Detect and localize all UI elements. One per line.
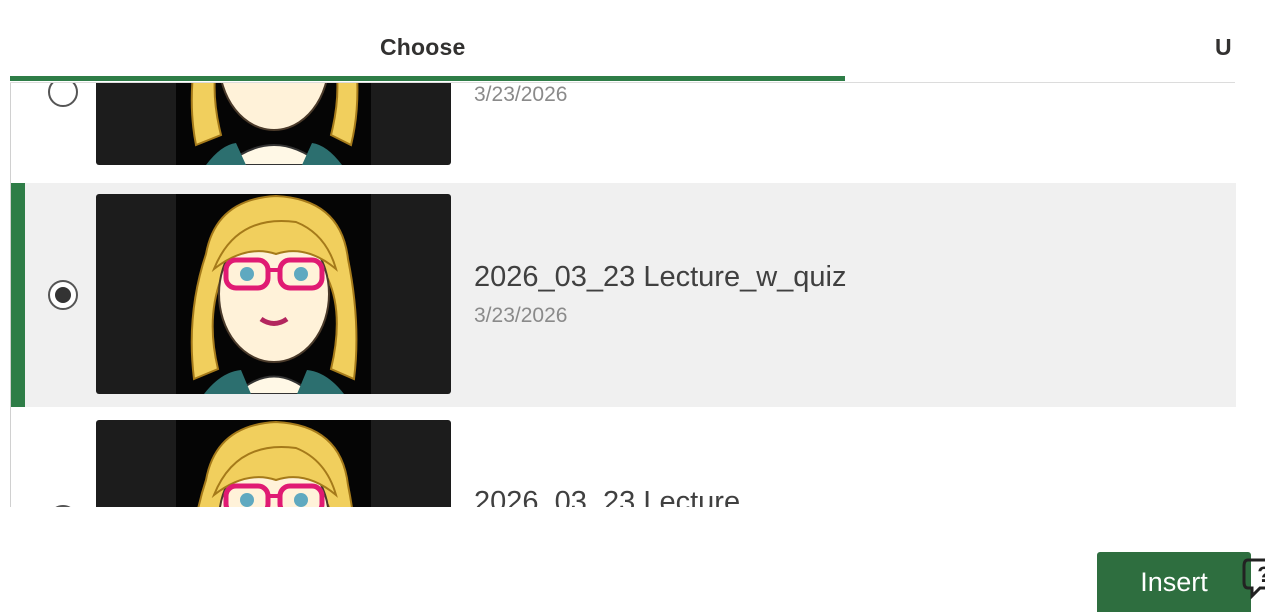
selection-indicator	[11, 183, 25, 407]
video-list[interactable]: 3/23/2026 2026_03_23 Lecture_w_quiz 3/23…	[10, 83, 1236, 507]
radio-button-checked-icon[interactable]	[48, 280, 78, 310]
tab-choose[interactable]: Choose	[10, 0, 845, 82]
list-item-selected[interactable]: 2026_03_23 Lecture_w_quiz 3/23/2026	[11, 183, 1236, 407]
help-chat-icon[interactable]: ?	[1242, 556, 1265, 600]
list-item[interactable]: 2026_03_23 Lecture	[11, 408, 1236, 507]
video-thumbnail	[96, 420, 451, 507]
tab-upload[interactable]: U	[1215, 34, 1232, 61]
tab-choose-label: Choose	[380, 34, 466, 60]
insert-button[interactable]: Insert	[1097, 552, 1251, 612]
video-thumbnail	[96, 83, 451, 165]
list-item[interactable]: 3/23/2026	[11, 83, 1236, 165]
video-title: 2026_03_23 Lecture_w_quiz	[474, 261, 847, 293]
video-picker-dialog: Choose U 3/23/2026 2026_03_23 Lecture_w_…	[0, 0, 1265, 612]
avatar-thumbnail-icon	[190, 83, 359, 165]
tab-choose-active-indicator	[10, 76, 845, 81]
video-thumbnail	[96, 194, 451, 394]
svg-text:?: ?	[1257, 562, 1265, 587]
tab-bar: Choose U	[10, 0, 1235, 84]
radio-button-icon[interactable]	[48, 505, 78, 507]
video-date: 3/23/2026	[474, 304, 568, 327]
radio-button-icon[interactable]	[48, 83, 78, 107]
avatar-thumbnail-icon	[190, 194, 358, 394]
video-title: 2026_03_23 Lecture	[474, 486, 741, 507]
avatar-thumbnail-icon	[197, 420, 353, 507]
video-date: 3/23/2026	[474, 83, 568, 106]
